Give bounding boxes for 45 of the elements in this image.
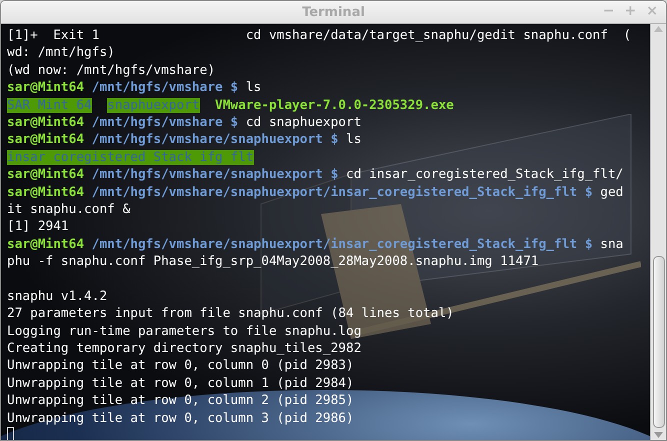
directory-entry: snaphuexport: [107, 98, 200, 113]
terminal-text: it snaphu.conf &: [7, 202, 130, 217]
terminal-text: Unwrapping tile at row 0, column 2 (pid 2985): [7, 393, 354, 408]
terminal-text: 27 parameters input from file snaphu.conf (84 lines total): [7, 306, 454, 322]
terminal-text: ls: [345, 132, 362, 148]
terminal-text: [1] 2941: [7, 219, 69, 234]
maximize-button[interactable]: +: [622, 3, 638, 19]
text-cursor: [7, 426, 14, 440]
prompt-user: sar@Mint64: [7, 114, 84, 130]
terminal-text: (wd now: /mnt/hgfs/vmshare): [7, 62, 216, 78]
prompt-path: /mnt/hgfs/vmshare/snaphuexport $: [92, 132, 338, 148]
terminal-text: Unwrapping tile at row 0, column 1 (pid 2984): [7, 376, 354, 391]
window-title: Terminal: [302, 4, 365, 20]
directory-entry: insar coregistered Stack ifg flt: [7, 150, 254, 165]
prompt-user: sar@Mint64: [7, 80, 84, 96]
prompt-user: sar@Mint64: [7, 184, 84, 200]
terminal-text: cd snaphuexport: [244, 114, 362, 130]
prompt-path: /mnt/hgfs/vmshare/snaphuexport $: [92, 167, 338, 182]
prompt-path: /mnt/hgfs/vmshare $: [92, 114, 238, 130]
prompt-user: sar@Mint64: [7, 167, 84, 182]
prompt-path: /mnt/hgfs/vmshare/snaphuexport/insar_coregistered_Stack_ifg_flt $: [92, 184, 593, 200]
terminal-text: cd insar_coregistered_Stack_ifg_flt/: [345, 167, 624, 182]
terminal-text: phu -f snaphu.conf Phase_ifg_srp_04May2008_28May2008.snaphu.img 11471: [7, 254, 539, 270]
scroll-up-icon[interactable]: [654, 26, 663, 32]
scrollbar-thumb[interactable]: [652, 256, 664, 428]
terminal-text: wd: /mnt/hgfs): [7, 45, 115, 60]
terminal-text: Logging run-time parameters to file snaphu.log: [7, 324, 362, 339]
prompt-user: sar@Mint64: [7, 132, 84, 148]
scrollbar[interactable]: [650, 24, 666, 440]
prompt-path: /mnt/hgfs/vmshare $: [92, 80, 238, 96]
terminal-text: Unwrapping tile at row 0, column 0 (pid 2983): [7, 358, 354, 374]
prompt-user: sar@Mint64: [7, 236, 84, 252]
scroll-down-icon[interactable]: [654, 432, 663, 438]
terminal-text: sna: [599, 236, 624, 252]
terminal-text: ged: [599, 184, 624, 200]
directory-entry: SAR Mint 64: [7, 98, 92, 113]
terminal-text: [1]+ Exit 1 cd vmshare/data/target_snaphu/gedit snaphu.conf (: [7, 28, 632, 43]
executable-entry: VMware-player-7.0.0-2305329.exe: [215, 98, 454, 113]
terminal-text: Creating temporary directory snaphu_tiles_2982: [7, 341, 362, 356]
close-button[interactable]: ×: [644, 3, 660, 19]
terminal-text: Unwrapping tile at row 0, column 3 (pid 2986): [7, 410, 354, 426]
minimize-button[interactable]: −: [600, 3, 617, 19]
prompt-path: /mnt/hgfs/vmshare/snaphuexport/insar_coregistered_Stack_ifg_flt $: [92, 236, 593, 252]
terminal-text: ls: [244, 80, 262, 96]
terminal-text: snaphu v1.4.2: [7, 288, 108, 304]
